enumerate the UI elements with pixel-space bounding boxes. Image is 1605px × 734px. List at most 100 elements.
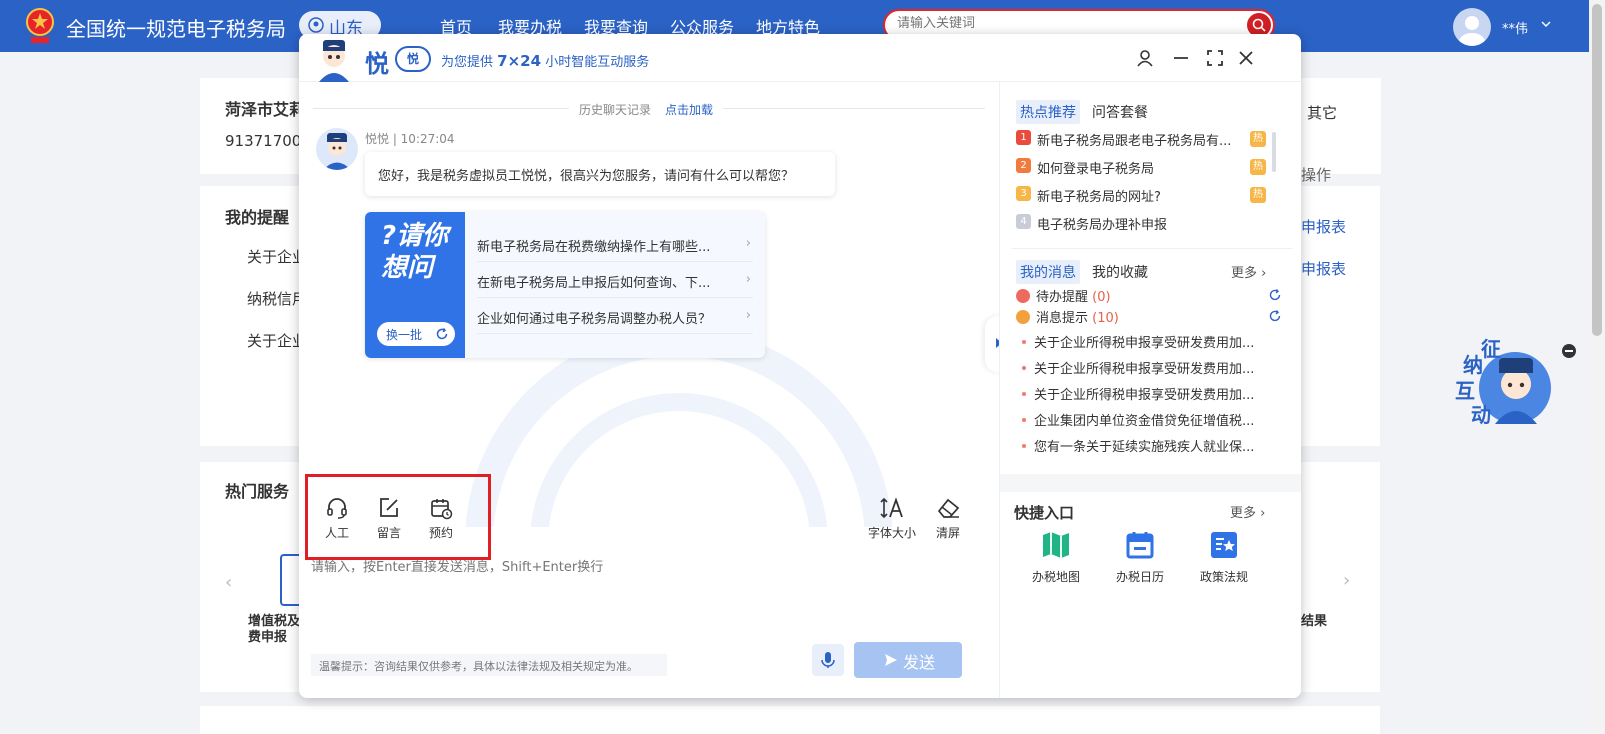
- disclaimer-tip: 温馨提示：咨询结果仅供参考，具体以法律法规及相关规定为准。: [311, 654, 667, 676]
- chevron-down-icon[interactable]: [1540, 18, 1552, 30]
- hot-badge: 热: [1250, 159, 1266, 175]
- user-profile-icon[interactable]: [1135, 48, 1155, 68]
- reminders-title: 我的提醒: [225, 208, 290, 227]
- swap-batch-button[interactable]: 换一批: [377, 322, 455, 346]
- hot-list-scrollbar[interactable]: [1272, 132, 1276, 172]
- hot-item[interactable]: 1 新电子税务局跟老电子税务局有... 热: [1016, 130, 1266, 150]
- fullscreen-icon[interactable]: [1205, 48, 1225, 68]
- message-input[interactable]: [311, 556, 971, 626]
- floating-assistant-icon[interactable]: 纳 征 互 动: [1455, 338, 1565, 438]
- clear-screen-button[interactable]: 清屏: [924, 496, 972, 541]
- brand-name: 悦: [365, 50, 389, 78]
- refresh-icon: [436, 328, 448, 340]
- service-label-right: 结果: [1301, 614, 1328, 629]
- chevron-right-icon: ›: [1261, 266, 1267, 281]
- page-scrollbar-thumb[interactable]: [1592, 4, 1602, 336]
- history-label: 历史聊天记录: [579, 103, 652, 117]
- quick-more-link[interactable]: 更多 ›: [1230, 502, 1265, 521]
- quick-link-tax-map[interactable]: 办税地图: [1026, 530, 1086, 585]
- hot-item[interactable]: 4 电子税务局办理补申报: [1016, 214, 1266, 234]
- suggested-question[interactable]: 企业如何通过电子税务局调整办税人员？ ›: [477, 298, 753, 334]
- minimize-icon[interactable]: [1171, 48, 1191, 68]
- close-icon[interactable]: [1236, 48, 1256, 68]
- clock-icon: [1016, 289, 1030, 303]
- todo-reminder-row[interactable]: 待办提醒 (0): [1016, 286, 1282, 306]
- send-label: 发送: [903, 653, 936, 672]
- carousel-prev-icon[interactable]: ‹: [225, 572, 232, 593]
- report-link[interactable]: 申报表: [1301, 216, 1346, 237]
- chat-dialog: 悦 悦 为您提供 7×24 小时智能互动服务 历史聊天记录 点击加载 悦悦 | …: [299, 34, 1301, 698]
- message-meta: 悦悦 | 10:27:04: [365, 132, 455, 146]
- suggested-question[interactable]: 在新电子税务局上申报后如何查询、下... ›: [477, 262, 753, 298]
- chevron-right-icon: ›: [745, 272, 751, 287]
- notice-item[interactable]: 您有一条关于延续实施残疾人就业保...: [1022, 436, 1278, 456]
- history-bar: 历史聊天记录 点击加载: [569, 101, 724, 118]
- bot-message-avatar: [316, 128, 358, 170]
- tab-qa-package[interactable]: 问答套餐: [1092, 102, 1148, 122]
- eraser-icon: [937, 498, 960, 518]
- refresh-icon[interactable]: [1268, 288, 1282, 302]
- font-size-icon: [880, 497, 903, 519]
- lightbulb-icon: [1016, 310, 1030, 324]
- chevron-right-icon: ›: [745, 236, 751, 251]
- location-pin-icon: [308, 17, 324, 33]
- hot-services-title: 热门服务: [225, 482, 290, 501]
- notice-item[interactable]: 企业集团内单位资金借贷免征增值税...: [1022, 410, 1278, 430]
- tax-emblem-icon: [26, 8, 54, 43]
- floating-text: 纳: [1463, 353, 1483, 377]
- reminder-item[interactable]: 纳税信用: [247, 288, 307, 309]
- site-title[interactable]: 全国统一规范电子税务局: [66, 13, 286, 42]
- floating-text: 动: [1471, 403, 1491, 427]
- quick-entry-title: 快捷入口: [1014, 504, 1075, 522]
- suggested-question[interactable]: 新电子税务局在税费缴纳操作上有哪些... ›: [477, 226, 753, 262]
- floating-text: 互: [1455, 379, 1475, 403]
- search-input[interactable]: [897, 16, 1217, 31]
- floating-close-button[interactable]: [1562, 344, 1576, 358]
- carousel-next-icon[interactable]: ›: [1343, 570, 1350, 591]
- send-button[interactable]: 发送: [854, 642, 962, 678]
- slogan-prefix: 为您提供: [441, 55, 494, 70]
- user-avatar[interactable]: [1453, 8, 1491, 46]
- report-link[interactable]: 申报表: [1301, 258, 1346, 279]
- chevron-right-icon: ›: [1260, 506, 1266, 521]
- policy-document-icon: [1211, 532, 1237, 558]
- hot-item[interactable]: 2 如何登录电子税务局热: [1016, 158, 1266, 178]
- notice-row[interactable]: 消息提示 (10): [1016, 307, 1282, 327]
- robot-avatar-icon: [319, 40, 349, 82]
- dialog-header: 悦 悦 为您提供 7×24 小时智能互动服务: [299, 34, 1301, 82]
- load-history-link[interactable]: 点击加载: [665, 103, 713, 117]
- notice-item[interactable]: 关于企业所得税申报享受研发费用加...: [1022, 384, 1278, 404]
- reminder-item[interactable]: 关于企业: [247, 246, 307, 267]
- map-icon: [1043, 532, 1069, 558]
- floating-text: 征: [1481, 338, 1501, 361]
- font-size-button[interactable]: 字体大小: [860, 496, 924, 541]
- tab-my-favorites[interactable]: 我的收藏: [1092, 262, 1148, 282]
- messages-more-link[interactable]: 更多 ›: [1231, 262, 1266, 281]
- hot-item[interactable]: 3 新电子税务局的网址? 热: [1016, 186, 1266, 206]
- username[interactable]: **伟: [1502, 18, 1528, 37]
- panel-divider: [1012, 248, 1292, 249]
- tab-hot-recommend[interactable]: 热点推荐: [1016, 100, 1080, 124]
- hot-badge: 热: [1250, 187, 1266, 203]
- suggestion-title: ?请你想问: [381, 221, 449, 283]
- hot-badge: 热: [1250, 131, 1266, 147]
- service-label: 费申报: [248, 630, 288, 645]
- operation-label: 操作: [1301, 166, 1332, 184]
- brand-badge: 悦: [395, 46, 431, 72]
- quick-link-tax-calendar[interactable]: 办税日历: [1110, 530, 1170, 585]
- slogan-suffix: 小时智能互动服务: [545, 55, 650, 70]
- calendar-icon: [1126, 532, 1154, 559]
- tab-other[interactable]: 其它: [1307, 102, 1337, 123]
- voice-input-button[interactable]: [812, 644, 844, 676]
- notice-item[interactable]: 关于企业所得税申报享受研发费用加...: [1022, 332, 1278, 352]
- suggestion-banner: ?请你想问 换一批: [365, 212, 465, 358]
- slogan: 为您提供 7×24 小时智能互动服务: [441, 51, 649, 70]
- quick-link-policy[interactable]: 政策法规: [1194, 530, 1254, 585]
- refresh-icon[interactable]: [1268, 309, 1282, 323]
- chevron-right-icon: ›: [745, 308, 751, 323]
- right-panel: 热点推荐 问答套餐 1 新电子税务局跟老电子税务局有... 热 2 如何登录电子税务局…: [999, 82, 1301, 698]
- search-icon: [1252, 18, 1266, 32]
- notice-item[interactable]: 关于企业所得税申报享受研发费用加...: [1022, 358, 1278, 378]
- reminder-item[interactable]: 关于企业: [247, 330, 307, 351]
- tab-my-messages[interactable]: 我的消息: [1016, 260, 1080, 284]
